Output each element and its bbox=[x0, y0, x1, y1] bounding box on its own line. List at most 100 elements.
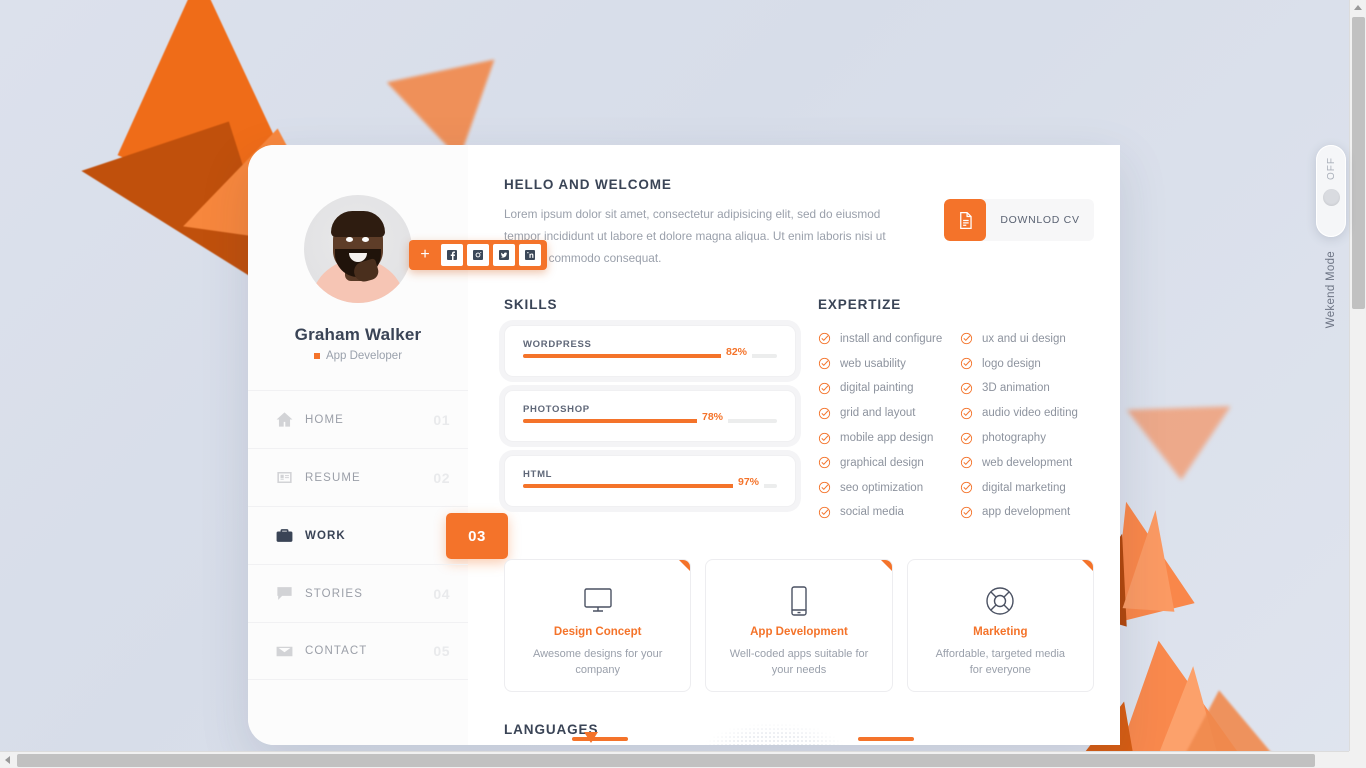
expertize-label: web usability bbox=[840, 357, 906, 370]
download-cv-label: DOWNLOD CV bbox=[1000, 214, 1080, 226]
horizontal-scrollbar[interactable] bbox=[0, 751, 1366, 768]
expertize-label: ux and ui design bbox=[982, 332, 1066, 345]
check-circle-icon bbox=[960, 482, 973, 494]
expertize-section: EXPERTIZE install and configure ux and u… bbox=[818, 297, 1094, 524]
skill-row: HTML 97% bbox=[504, 455, 796, 508]
expertize-label: 3D animation bbox=[982, 382, 1050, 395]
sidebar-item-contact[interactable]: CONTACT 05 bbox=[248, 622, 468, 680]
envelope-icon bbox=[275, 642, 305, 661]
sidebar-item-label: WORK bbox=[305, 529, 346, 542]
service-title: App Development bbox=[750, 625, 848, 638]
intro-line-1: Lorem ipsum dolor sit amet, consectetur … bbox=[504, 207, 881, 221]
check-circle-icon bbox=[818, 333, 831, 345]
home-icon bbox=[275, 410, 305, 429]
check-circle-icon bbox=[960, 382, 973, 395]
expertize-item: digital marketing bbox=[960, 475, 1094, 500]
profile-role-label: App Developer bbox=[325, 350, 403, 362]
expertize-label: graphical design bbox=[840, 456, 924, 469]
service-card-app-development[interactable]: App Development Well-coded apps suitable… bbox=[705, 558, 893, 692]
lifebuoy-icon bbox=[908, 582, 1093, 620]
sidebar-item-resume[interactable]: RESUME 02 bbox=[248, 448, 468, 506]
sidebar-item-work[interactable]: WORK 03 bbox=[248, 506, 508, 564]
sidebar-item-number: 05 bbox=[433, 643, 450, 659]
instagram-icon[interactable] bbox=[467, 244, 489, 266]
skills-title: SKILLS bbox=[504, 297, 558, 313]
service-card-marketing[interactable]: Marketing Affordable, targeted media for… bbox=[906, 558, 1094, 692]
expertize-item: ux and ui design bbox=[960, 326, 1094, 351]
expertize-item: seo optimization bbox=[818, 475, 952, 500]
toggle-knob[interactable] bbox=[1322, 189, 1340, 206]
briefcase-icon bbox=[275, 526, 305, 545]
check-circle-icon bbox=[818, 482, 831, 494]
expertize-label: digital painting bbox=[840, 382, 914, 395]
check-circle-icon bbox=[960, 407, 973, 419]
horizontal-scrollbar-thumb[interactable] bbox=[17, 754, 1315, 767]
social-links-bar[interactable]: + bbox=[409, 240, 547, 270]
check-circle-icon bbox=[960, 432, 973, 444]
expertize-item: social media bbox=[818, 500, 952, 525]
expertize-item: photography bbox=[960, 426, 1094, 451]
service-description: Well-coded apps suitable for your needs bbox=[729, 647, 869, 677]
sidebar-item-number: 01 bbox=[433, 411, 450, 428]
check-circle-icon bbox=[960, 457, 973, 469]
check-circle-icon bbox=[818, 457, 831, 469]
languages-chart-partial bbox=[504, 723, 1120, 745]
corner-flag-icon bbox=[679, 559, 691, 571]
service-title: Marketing bbox=[973, 625, 1028, 638]
weekend-mode-widget[interactable]: OFF Wekend Mode bbox=[1316, 145, 1346, 328]
vertical-scrollbar-thumb[interactable] bbox=[1352, 17, 1365, 309]
twitter-icon[interactable] bbox=[493, 244, 515, 266]
main-content: HELLO AND WELCOME Lorem ipsum dolor sit … bbox=[468, 145, 1120, 745]
scroll-up-arrow-icon[interactable] bbox=[1354, 5, 1362, 10]
sidebar-item-stories[interactable]: STORIES 04 bbox=[248, 564, 468, 622]
expertize-label: photography bbox=[982, 432, 1046, 445]
skills-section: SKILLS WORDPRESS 82% PHOTOSHOP 78% HTML … bbox=[504, 297, 796, 524]
expertize-label: seo optimization bbox=[840, 481, 924, 494]
expertize-label: logo design bbox=[982, 357, 1041, 370]
skill-fill bbox=[523, 354, 732, 359]
intro-text-block: HELLO AND WELCOME Lorem ipsum dolor sit … bbox=[504, 177, 904, 269]
expertize-label: digital marketing bbox=[982, 481, 1066, 494]
intro-line-3: ip ex ea commodo consequat. bbox=[504, 250, 662, 265]
expertize-item: graphical design bbox=[818, 450, 952, 475]
sidebar-item-number: 04 bbox=[433, 585, 450, 602]
comment-icon bbox=[275, 584, 305, 603]
expertize-item: grid and layout bbox=[818, 401, 952, 426]
sidebar-item-home[interactable]: HOME 01 bbox=[248, 390, 468, 448]
check-circle-icon bbox=[818, 358, 831, 370]
expertize-item: web development bbox=[960, 450, 1094, 475]
profile-name: Graham Walker bbox=[294, 325, 422, 344]
check-circle-icon bbox=[960, 506, 973, 518]
skill-track bbox=[523, 419, 777, 424]
facebook-icon[interactable] bbox=[441, 244, 463, 266]
expertize-title: EXPERTIZE bbox=[818, 297, 902, 313]
sidebar-item-number: 02 bbox=[433, 469, 450, 486]
sidebar: + Graham Walker App Developer HOME 01 RE… bbox=[248, 145, 547, 745]
expertize-item: 3D animation bbox=[960, 376, 1094, 401]
corner-flag-icon bbox=[1081, 559, 1093, 571]
intro-line-2: tempor incididunt ut labore et dolore ma… bbox=[504, 228, 886, 243]
expertize-grid: install and configure ux and ui design w… bbox=[818, 326, 1094, 524]
skill-row: PHOTOSHOP 78% bbox=[504, 390, 796, 443]
skill-name: WORDPRESS bbox=[523, 339, 592, 351]
skills-expertize-row: SKILLS WORDPRESS 82% PHOTOSHOP 78% HTML … bbox=[504, 297, 1094, 524]
check-circle-icon bbox=[818, 407, 831, 419]
weekend-mode-state: OFF bbox=[1325, 157, 1337, 180]
expertize-label: audio video editing bbox=[982, 407, 1078, 420]
expertize-label: app development bbox=[982, 506, 1071, 519]
monitor-icon bbox=[505, 582, 690, 620]
scroll-left-arrow-icon[interactable] bbox=[5, 756, 10, 764]
service-description: Affordable, targeted media for everyone bbox=[935, 647, 1066, 677]
expertize-label: social media bbox=[840, 506, 904, 519]
vertical-scrollbar[interactable] bbox=[1349, 0, 1366, 751]
linkedin-icon[interactable] bbox=[519, 244, 541, 266]
download-cv-button[interactable]: DOWNLOD CV bbox=[944, 199, 1094, 241]
service-card-design-concept[interactable]: Design Concept Awesome designs for your … bbox=[504, 558, 692, 692]
profile-role: App Developer bbox=[248, 350, 468, 362]
role-bullet-icon bbox=[313, 353, 320, 359]
sidebar-item-label: RESUME bbox=[305, 471, 361, 484]
weekend-mode-toggle[interactable]: OFF bbox=[1316, 145, 1346, 237]
skill-fill bbox=[523, 419, 706, 424]
check-circle-icon bbox=[960, 333, 973, 345]
social-add-button[interactable]: + bbox=[413, 244, 437, 266]
